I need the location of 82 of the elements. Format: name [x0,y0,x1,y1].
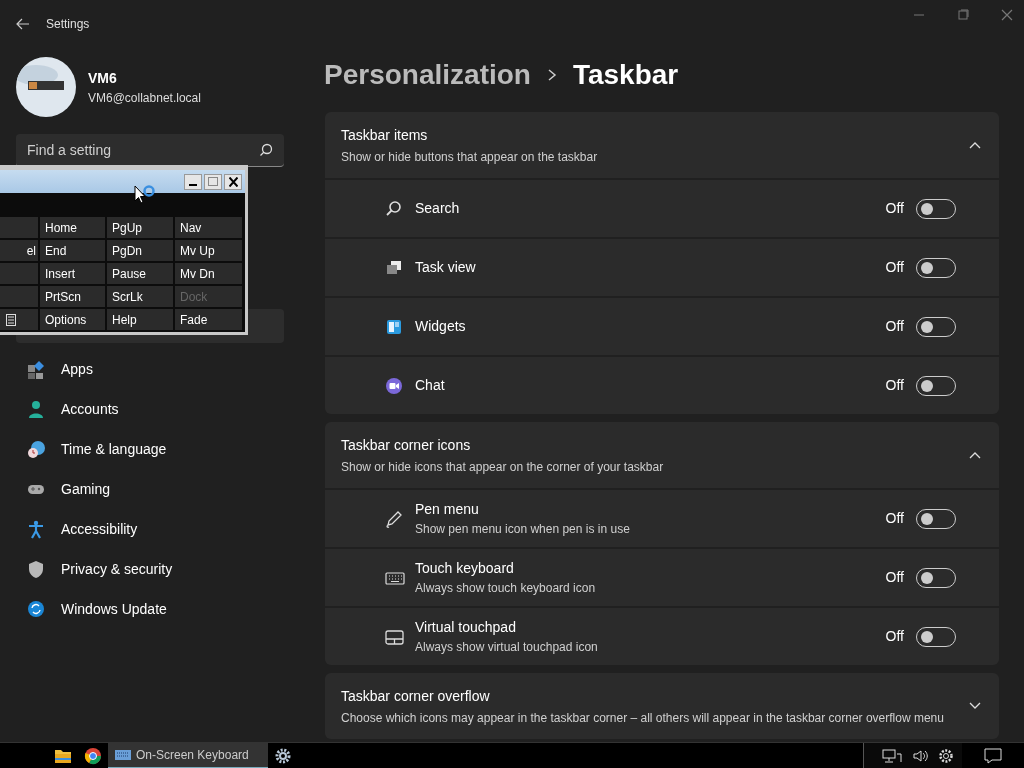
setting-label: Pen menu [415,500,480,519]
key[interactable]: PrtScn [40,286,105,307]
setting-label: Chat [415,376,446,395]
gear-icon [274,746,292,765]
toggle-state: Off [885,376,904,395]
search-field[interactable]: Find a setting [16,134,284,167]
chat-icon [385,376,405,395]
update-icon [27,599,45,619]
search-icon [259,143,273,157]
avatar-icon [16,57,76,117]
toggle-state: Off [885,258,904,277]
nav-item[interactable]: Gaming [16,469,284,509]
toggle-state: Off [885,199,904,218]
minimize-button[interactable] [184,173,202,190]
key[interactable]: Home [40,217,105,238]
key[interactable]: Pause [107,263,173,284]
browser-icon [84,746,102,765]
nav-item[interactable]: Privacy & security [16,549,284,589]
key[interactable]: Help [107,309,173,330]
key[interactable]: Fade [175,309,242,330]
key[interactable]: Mv Dn [175,263,242,284]
setting-label: Widgets [415,317,467,336]
page-title: Taskbar [572,58,679,92]
close-icon [228,176,238,187]
toggle-state: Off [885,568,904,587]
chevron-right-icon [546,68,557,82]
shield-icon [27,559,45,579]
nav-item[interactable]: Windows Update [16,589,284,629]
speaker-icon [912,747,928,764]
key[interactable]: ScrLk [107,286,173,307]
key[interactable]: Insert [40,263,105,284]
close-icon [1000,8,1014,22]
network-icon [882,747,902,764]
key[interactable]: Options [40,309,105,330]
key[interactable]: Nav [175,217,242,238]
key[interactable]: el [0,240,38,261]
nav-item[interactable]: Accessibility [16,509,284,549]
taskbar-button[interactable]: On-Screen Keyboard [108,742,268,768]
key[interactable]: PgUp [107,217,173,238]
setting-label: Task view [415,258,477,277]
setting-label: Search [415,199,461,218]
gear-icon [938,747,954,764]
minimize-icon [189,184,197,186]
key[interactable] [6,313,16,326]
nav-item[interactable]: Time & language [16,429,284,469]
setting-description: Show pen menu icon when pen is in use [415,521,631,538]
section-header[interactable]: Taskbar items Show or hide buttons that appear on the taskbar [325,112,999,178]
section-subtitle: Show or hide buttons that appear on the taskbar [341,148,598,166]
key[interactable]: End [40,240,105,261]
nav-item[interactable]: Apps [16,349,284,389]
section-subtitle: Choose which icons may appear in the taskbar corner – all others will appear in the taskbar corner overflow menu [341,709,944,727]
accessibility-icon [27,519,45,539]
globe-clock-icon [27,439,45,459]
window-title: Settings [46,16,90,33]
key[interactable]: PgDn [107,240,173,261]
toggle-state: Off [885,627,904,646]
close-button[interactable] [224,173,242,190]
breadcrumb-link[interactable]: Personalization [324,54,531,96]
setting-description: Always show touch keyboard icon [415,580,597,597]
touchpad-icon [385,627,405,646]
setting-label: Virtual touchpad [415,618,517,637]
notification-icon [984,747,1002,764]
toggle-state: Off [885,509,904,528]
section-title: Taskbar corner icons [341,435,472,455]
nav-item[interactable]: Accounts [16,389,284,429]
key[interactable]: Mv Up [175,240,242,261]
section-title: Taskbar corner overflow [341,686,491,706]
section-subtitle: Show or hide icons that appear on the corner of your taskbar [341,458,664,476]
menu-icon [6,313,16,326]
user-email: VM6@collabnet.local [88,89,201,107]
setting-label: Touch keyboard [415,559,515,578]
maximize-icon [956,8,970,22]
maximize-icon [208,177,218,186]
section-header[interactable]: Taskbar corner icons Show or hide icons that appear on the corner of your taskbar [325,422,999,488]
section-title: Taskbar items [341,125,429,145]
setting-description: Always show virtual touchpad icon [415,639,599,656]
back-icon [16,18,30,30]
user-name: VM6 [88,68,118,88]
section-header[interactable]: Taskbar corner overflow Choose which icons may appear in the taskbar corner – all others will appear in the taskbar corner overflow menu [325,673,999,739]
person-icon [27,399,45,419]
apps-icon [27,359,45,379]
toggle-state: Off [885,317,904,336]
